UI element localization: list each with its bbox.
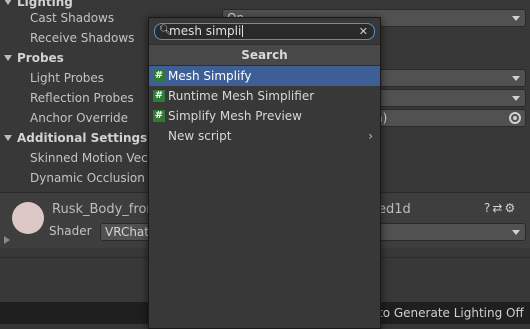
reflection-probes-dropdown[interactable]	[370, 89, 526, 107]
shader-label: Shader	[49, 224, 92, 238]
material-header-icons: ?⇄⚙	[484, 201, 517, 215]
material-name: Rusk_Body_fron	[52, 202, 155, 217]
list-item-mesh-simplify[interactable]: # Mesh Simplify	[149, 66, 380, 86]
material-name-suffix: ed1d	[378, 202, 411, 217]
script-hash-icon: #	[153, 70, 165, 82]
object-picker-icon[interactable]	[509, 112, 521, 124]
foldout-arrow-icon[interactable]	[4, 236, 10, 244]
dropdown-arrow-icon	[512, 230, 520, 235]
status-text: to Generate Lighting Off	[378, 306, 524, 320]
dropdown-arrow-icon	[512, 16, 520, 21]
text-cursor	[242, 25, 244, 37]
add-component-popup: 🔍︎ mesh simpli ✕ Search # Mesh Simplify …	[148, 17, 381, 329]
search-input[interactable]: 🔍︎ mesh simpli ✕	[154, 23, 375, 40]
light-probes-dropdown[interactable]	[370, 69, 526, 87]
dynamic-occlusion-label: Dynamic Occlusion	[30, 171, 145, 185]
foldout-arrow-icon	[4, 55, 12, 61]
cast-shadows-label: Cast Shadows	[30, 11, 115, 25]
dropdown-arrow-icon	[512, 96, 520, 101]
anchor-override-label: Anchor Override	[30, 111, 129, 125]
light-probes-label: Light Probes	[30, 71, 105, 85]
popup-title: Search	[149, 44, 380, 66]
chevron-right-icon: ›	[368, 129, 373, 143]
clear-search-icon[interactable]: ✕	[359, 24, 368, 39]
list-item-simplify-mesh-preview[interactable]: # Simplify Mesh Preview	[149, 106, 380, 126]
anchor-override-field[interactable]: n)	[370, 109, 526, 127]
script-hash-icon: #	[153, 110, 165, 122]
dropdown-arrow-icon	[512, 76, 520, 81]
foldout-arrow-icon	[4, 135, 12, 141]
material-preview-thumbnail[interactable]	[12, 202, 44, 234]
settings-icon[interactable]: ⚙	[504, 201, 517, 215]
foldout-arrow-icon	[4, 0, 12, 5]
list-item-runtime-mesh-simplifier[interactable]: # Runtime Mesh Simplifier	[149, 86, 380, 106]
receive-shadows-label: Receive Shadows	[30, 31, 135, 45]
presets-icon[interactable]: ⇄	[492, 201, 504, 215]
search-value: mesh simpli	[169, 24, 242, 38]
script-hash-icon: #	[153, 90, 165, 102]
reflection-probes-label: Reflection Probes	[30, 91, 134, 105]
skinned-motion-label: Skinned Motion Vect	[30, 151, 153, 165]
list-item-new-script[interactable]: New script ›	[149, 126, 380, 146]
